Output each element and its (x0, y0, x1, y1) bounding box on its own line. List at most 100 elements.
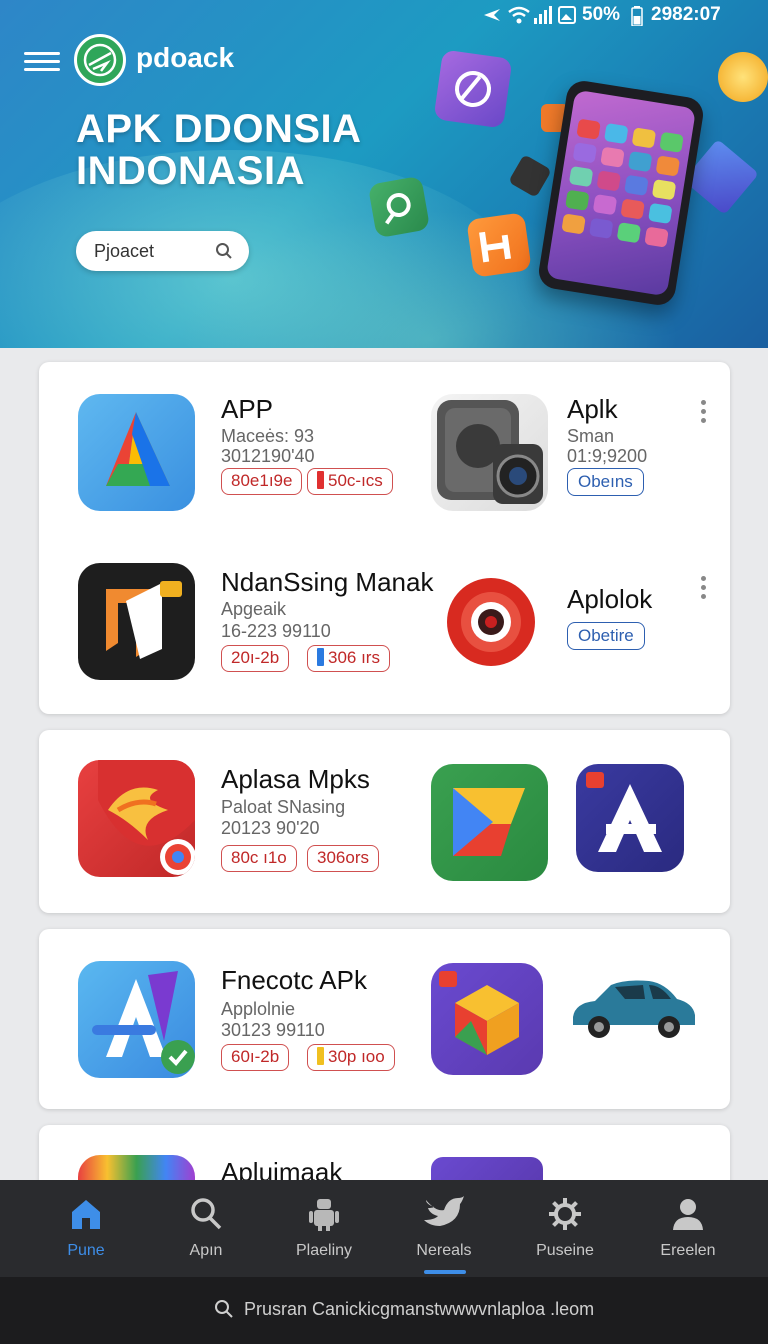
menu-line (24, 60, 60, 63)
search-app-icon (367, 175, 431, 239)
airplane-icon (484, 9, 500, 21)
nav-label: Puseine (536, 1242, 594, 1259)
compass-app-icon (433, 49, 513, 129)
tag-color-bar (317, 1047, 324, 1065)
person-icon (673, 1199, 703, 1230)
cube-app-icon[interactable] (431, 963, 543, 1075)
nav-label: Pune (67, 1242, 105, 1259)
open-button[interactable]: Obeıns (567, 468, 644, 496)
app-tag: 30p ıoo (307, 1044, 395, 1071)
app-tag: 306ors (307, 845, 379, 872)
app-title[interactable]: APP (221, 394, 273, 425)
nav-item-search[interactable]: Apın (146, 1180, 266, 1277)
more-options-icon[interactable] (699, 576, 707, 602)
app-subtitle: Maceės: 93 (221, 426, 315, 446)
app-meta: 20123 90'20 (221, 818, 320, 838)
gear-camera-app-icon[interactable] (439, 570, 543, 674)
app-title[interactable]: NdanSsing Manak (221, 567, 433, 598)
tag-label: 50c-ıcs (328, 471, 383, 490)
app-subtitle: Apgeaik (221, 599, 287, 619)
app-tag: 20ı-2b (221, 645, 290, 672)
url-text: Prusran Canickicgmanstwwwvnlaploa .leom (244, 1299, 595, 1319)
tag-label: 20ı-2b (231, 648, 280, 667)
hamburger-menu-button[interactable] (24, 52, 60, 74)
app-tag: 50c-ıcs (307, 468, 393, 495)
tag-label: 306ors (317, 848, 369, 867)
brand-logo-icon (74, 34, 126, 86)
play-app-icon[interactable] (431, 764, 548, 881)
tag-label: 30p ıoo (328, 1047, 385, 1066)
menu-line (24, 52, 60, 55)
puzzle-app-icon (466, 212, 532, 278)
search-icon (215, 1300, 233, 1318)
tag-label: 80c ı1o (231, 848, 287, 867)
app-subtitle: Sman (567, 426, 615, 446)
battery-icon (631, 6, 643, 26)
app-card: APP Maceės: 93 3012190'40 80e1ı9e 50c-ıc… (39, 362, 730, 714)
brand-name: pdoack (136, 42, 235, 73)
app-icon[interactable] (78, 760, 195, 877)
lightbulb-icon (718, 52, 768, 102)
phone-screen (545, 89, 697, 297)
browser-url-bar[interactable]: Prusran Canickicgmanstwwwvnlaploa .leom (0, 1277, 768, 1344)
app-card: Fnecotc APk Applolnie 30123 99110 60ı-2b… (39, 929, 730, 1109)
battery-percent: 50% (582, 4, 621, 25)
nav-item-playing[interactable]: Plaeliny (264, 1180, 384, 1277)
app-icon[interactable] (78, 394, 195, 511)
open-button[interactable]: Obetire (567, 622, 645, 650)
clock: 2982:07 (651, 4, 721, 25)
app-subtitle: Paloat SNasing (221, 797, 346, 817)
app-subtitle: Applolnie (221, 999, 296, 1019)
app-title[interactable]: Fnecotc APk (221, 965, 367, 996)
bottom-navigation: Pune Apın Plaeliny Nereals Puseine Ereel… (0, 1180, 768, 1277)
tag-label: 60ı-2b (231, 1047, 280, 1066)
wifi-icon (508, 6, 530, 24)
nav-item-news[interactable]: Nereals (384, 1180, 504, 1277)
camera-app-icon[interactable] (431, 394, 548, 511)
app-tag: 80e1ı9e (221, 468, 303, 495)
app-meta: 3012190'40 (221, 446, 315, 466)
home-icon (72, 1200, 100, 1229)
app-title[interactable]: Aplasa Mpks (221, 764, 370, 795)
status-bar: 50% 2982:07 (0, 0, 768, 30)
menu-line (24, 68, 60, 71)
nav-label: Ereelen (660, 1242, 716, 1259)
app-tag: 60ı-2b (221, 1044, 290, 1071)
app-tag: 80c ı1o (221, 845, 297, 872)
app-card: Aplasa Mpks Paloat SNasing 20123 90'20 8… (39, 730, 730, 913)
active-tab-indicator (424, 1270, 466, 1274)
search-input[interactable]: Pjoacet (76, 231, 249, 271)
app-icon[interactable] (78, 563, 195, 680)
app-meta: 30123 99110 (221, 1020, 325, 1040)
app-title[interactable]: Aplk (567, 394, 618, 425)
tag-label: 80e1ı9e (231, 471, 293, 490)
robot-icon (309, 1199, 339, 1231)
search-placeholder: Pjoacet (94, 241, 155, 261)
app-meta: 01:9;9200 (567, 446, 648, 466)
nav-item-settings[interactable]: Puseine (505, 1180, 625, 1277)
app-icon[interactable] (78, 961, 195, 1078)
hero-title-line: APK DDONSIA (76, 107, 362, 151)
tag-color-bar (317, 648, 324, 666)
car-illustration (565, 973, 701, 1043)
bird-icon (424, 1196, 464, 1226)
image-icon (558, 6, 576, 24)
nav-item-profile[interactable]: Ereelen (628, 1180, 748, 1277)
search-icon (191, 1198, 222, 1230)
nav-label: Apın (189, 1242, 223, 1259)
letter-a-app-icon[interactable] (576, 764, 684, 872)
tag-color-bar (317, 471, 324, 489)
app-tag: 306 ırs (307, 645, 390, 672)
tag-label: 306 ırs (328, 648, 380, 667)
hero-banner: 50% 2982:07 pdoack APK DDONSIA INDONASIA… (0, 0, 768, 348)
search-icon (216, 243, 232, 259)
app-title[interactable]: Aplolok (567, 584, 652, 615)
more-options-icon[interactable] (699, 400, 707, 426)
phone-app-grid (561, 118, 684, 248)
signal-icon (534, 6, 552, 24)
nav-label: Plaeliny (295, 1242, 353, 1259)
hero-title-line: INDONASIA (76, 149, 305, 193)
nav-item-home[interactable]: Pune (26, 1180, 146, 1277)
hero-title: APK DDONSIA INDONASIA (76, 108, 362, 192)
tool-app-icon (508, 154, 552, 198)
